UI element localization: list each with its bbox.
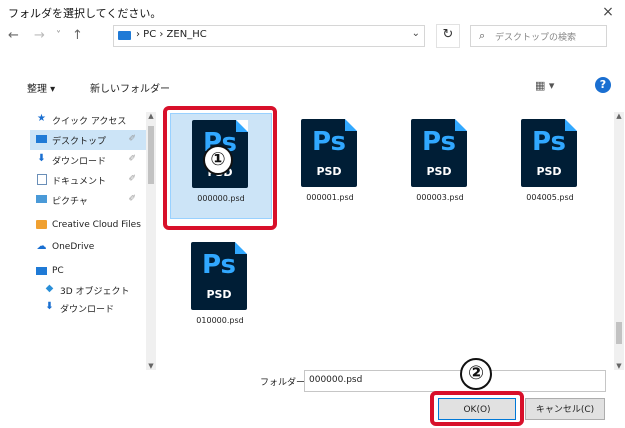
dialog-title: フォルダを選択してください。 xyxy=(8,7,162,20)
scroll-down-icon[interactable]: ▼ xyxy=(614,362,624,370)
scrollbar-thumb[interactable] xyxy=(148,126,154,184)
sidebar-item-label: Creative Cloud Files xyxy=(52,220,141,230)
psd-label: PSD xyxy=(426,165,452,178)
sidebar-item-documents[interactable]: ドキュメント ✐ xyxy=(30,170,148,190)
file-name: 000003.psd xyxy=(416,193,464,202)
sidebar-item-label: OneDrive xyxy=(52,242,95,252)
sidebar-item-label: デスクトップ xyxy=(52,137,107,147)
sidebar-item-3d-objects[interactable]: ◆ 3D オブジェクト xyxy=(38,280,156,300)
back-button[interactable]: ← xyxy=(8,28,19,43)
step-2-badge: ② xyxy=(460,358,492,390)
desktop-icon xyxy=(36,135,47,143)
file-item-010000[interactable]: Ps PSD 010000.psd xyxy=(170,236,270,340)
pin-icon: ✐ xyxy=(128,154,136,164)
ps-logo-text: Ps xyxy=(531,127,567,157)
ps-logo-text: Ps xyxy=(311,127,347,157)
cube-icon: ◆ xyxy=(45,283,54,294)
sidebar-item-desktop[interactable]: デスクトップ ✐ xyxy=(30,130,148,150)
document-icon xyxy=(37,174,47,185)
ps-logo-text: Ps xyxy=(421,127,457,157)
sidebar-item-label: ドキュメント xyxy=(52,177,107,187)
download-icon: ⬇ xyxy=(45,301,54,312)
sidebar-item-label: ピクチャ xyxy=(52,197,88,207)
sidebar-item-pictures[interactable]: ピクチャ ✐ xyxy=(30,190,148,210)
sidebar-item-label: ダウンロード xyxy=(52,157,107,167)
cloud-folder-icon xyxy=(36,220,47,229)
pin-icon: ✐ xyxy=(128,134,136,144)
highlight-box-ok xyxy=(430,391,524,426)
sidebar-item-label: クイック アクセス xyxy=(52,117,127,127)
recent-locations-button[interactable]: ˅ xyxy=(56,30,61,41)
file-item-004005[interactable]: Ps PSD 004005.psd xyxy=(500,113,600,217)
new-folder-button[interactable]: 新しいフォルダー xyxy=(90,80,170,95)
cancel-button[interactable]: キャンセル(C) xyxy=(525,398,605,420)
sidebar-item-pc[interactable]: PC xyxy=(30,262,148,282)
view-options-button[interactable]: ▦ ▾ xyxy=(535,79,554,92)
help-button[interactable]: ? xyxy=(595,77,611,93)
download-icon: ⬇ xyxy=(37,153,46,164)
search-box[interactable]: ⌕ デスクトップの検索 xyxy=(470,25,607,47)
onedrive-icon: ☁ xyxy=(36,241,47,252)
pin-icon: ✐ xyxy=(128,174,136,184)
search-icon: ⌕ xyxy=(479,29,486,42)
step-1-badge: ① xyxy=(203,145,233,175)
scroll-up-icon[interactable]: ▲ xyxy=(146,112,156,120)
ps-logo-text: Ps xyxy=(201,250,237,280)
sidebar-item-quick-access[interactable]: ★ クイック アクセス xyxy=(30,110,148,130)
sidebar-item-label: PC xyxy=(52,266,64,276)
navigation-pane: ★ クイック アクセス デスクトップ ✐ ⬇ ダウンロード ✐ ドキュメント ✐… xyxy=(30,110,150,370)
sidebar-item-creative-cloud[interactable]: Creative Cloud Files xyxy=(30,216,148,236)
sidebar-item-pc-downloads[interactable]: ⬇ ダウンロード xyxy=(38,298,156,318)
sidebar-item-downloads[interactable]: ⬇ ダウンロード ✐ xyxy=(30,150,148,170)
pc-icon xyxy=(118,31,131,40)
navigation-scrollbar[interactable]: ▲ ▼ xyxy=(146,112,156,370)
close-button[interactable]: × xyxy=(601,4,615,20)
psd-label: PSD xyxy=(316,165,342,178)
folder-input[interactable]: 000000.psd xyxy=(304,370,606,392)
photoshop-file-icon: Ps PSD xyxy=(411,119,467,187)
up-button[interactable]: ↑ xyxy=(72,28,83,43)
psd-label: PSD xyxy=(536,165,562,178)
pin-icon: ✐ xyxy=(128,194,136,204)
psd-label: PSD xyxy=(206,288,232,301)
star-icon: ★ xyxy=(37,113,46,124)
file-item-000001[interactable]: Ps PSD 000001.psd xyxy=(280,113,380,217)
scroll-up-icon[interactable]: ▲ xyxy=(614,112,624,120)
picture-icon xyxy=(36,195,47,203)
scroll-down-icon[interactable]: ▼ xyxy=(146,362,156,370)
sidebar-item-label: 3D オブジェクト xyxy=(60,287,130,297)
photoshop-file-icon: Ps PSD xyxy=(191,242,247,310)
sidebar-item-onedrive[interactable]: ☁ OneDrive xyxy=(30,238,148,258)
refresh-button[interactable]: ↻ xyxy=(436,24,460,48)
search-placeholder: デスクトップの検索 xyxy=(495,33,577,43)
files-scrollbar[interactable]: ▲ ▼ xyxy=(614,112,624,370)
file-name: 004005.psd xyxy=(526,193,574,202)
forward-button[interactable]: → xyxy=(34,28,45,43)
file-name: 000001.psd xyxy=(306,193,354,202)
address-path: › PC › ZEN_HC xyxy=(136,29,207,40)
photoshop-file-icon: Ps PSD xyxy=(301,119,357,187)
file-name: 010000.psd xyxy=(196,316,244,325)
chevron-down-icon[interactable]: ⌄ xyxy=(412,28,420,39)
organize-button[interactable]: 整理 ▾ xyxy=(27,80,55,95)
address-bar[interactable]: › PC › ZEN_HC ⌄ xyxy=(113,25,425,47)
scrollbar-thumb[interactable] xyxy=(616,322,622,344)
file-item-000003[interactable]: Ps PSD 000003.psd xyxy=(390,113,490,217)
pc-icon xyxy=(36,267,47,275)
photoshop-file-icon: Ps PSD xyxy=(521,119,577,187)
folder-input-value: 000000.psd xyxy=(309,375,363,385)
sidebar-item-label: ダウンロード xyxy=(60,305,115,315)
folder-label: フォルダー: xyxy=(260,378,309,388)
